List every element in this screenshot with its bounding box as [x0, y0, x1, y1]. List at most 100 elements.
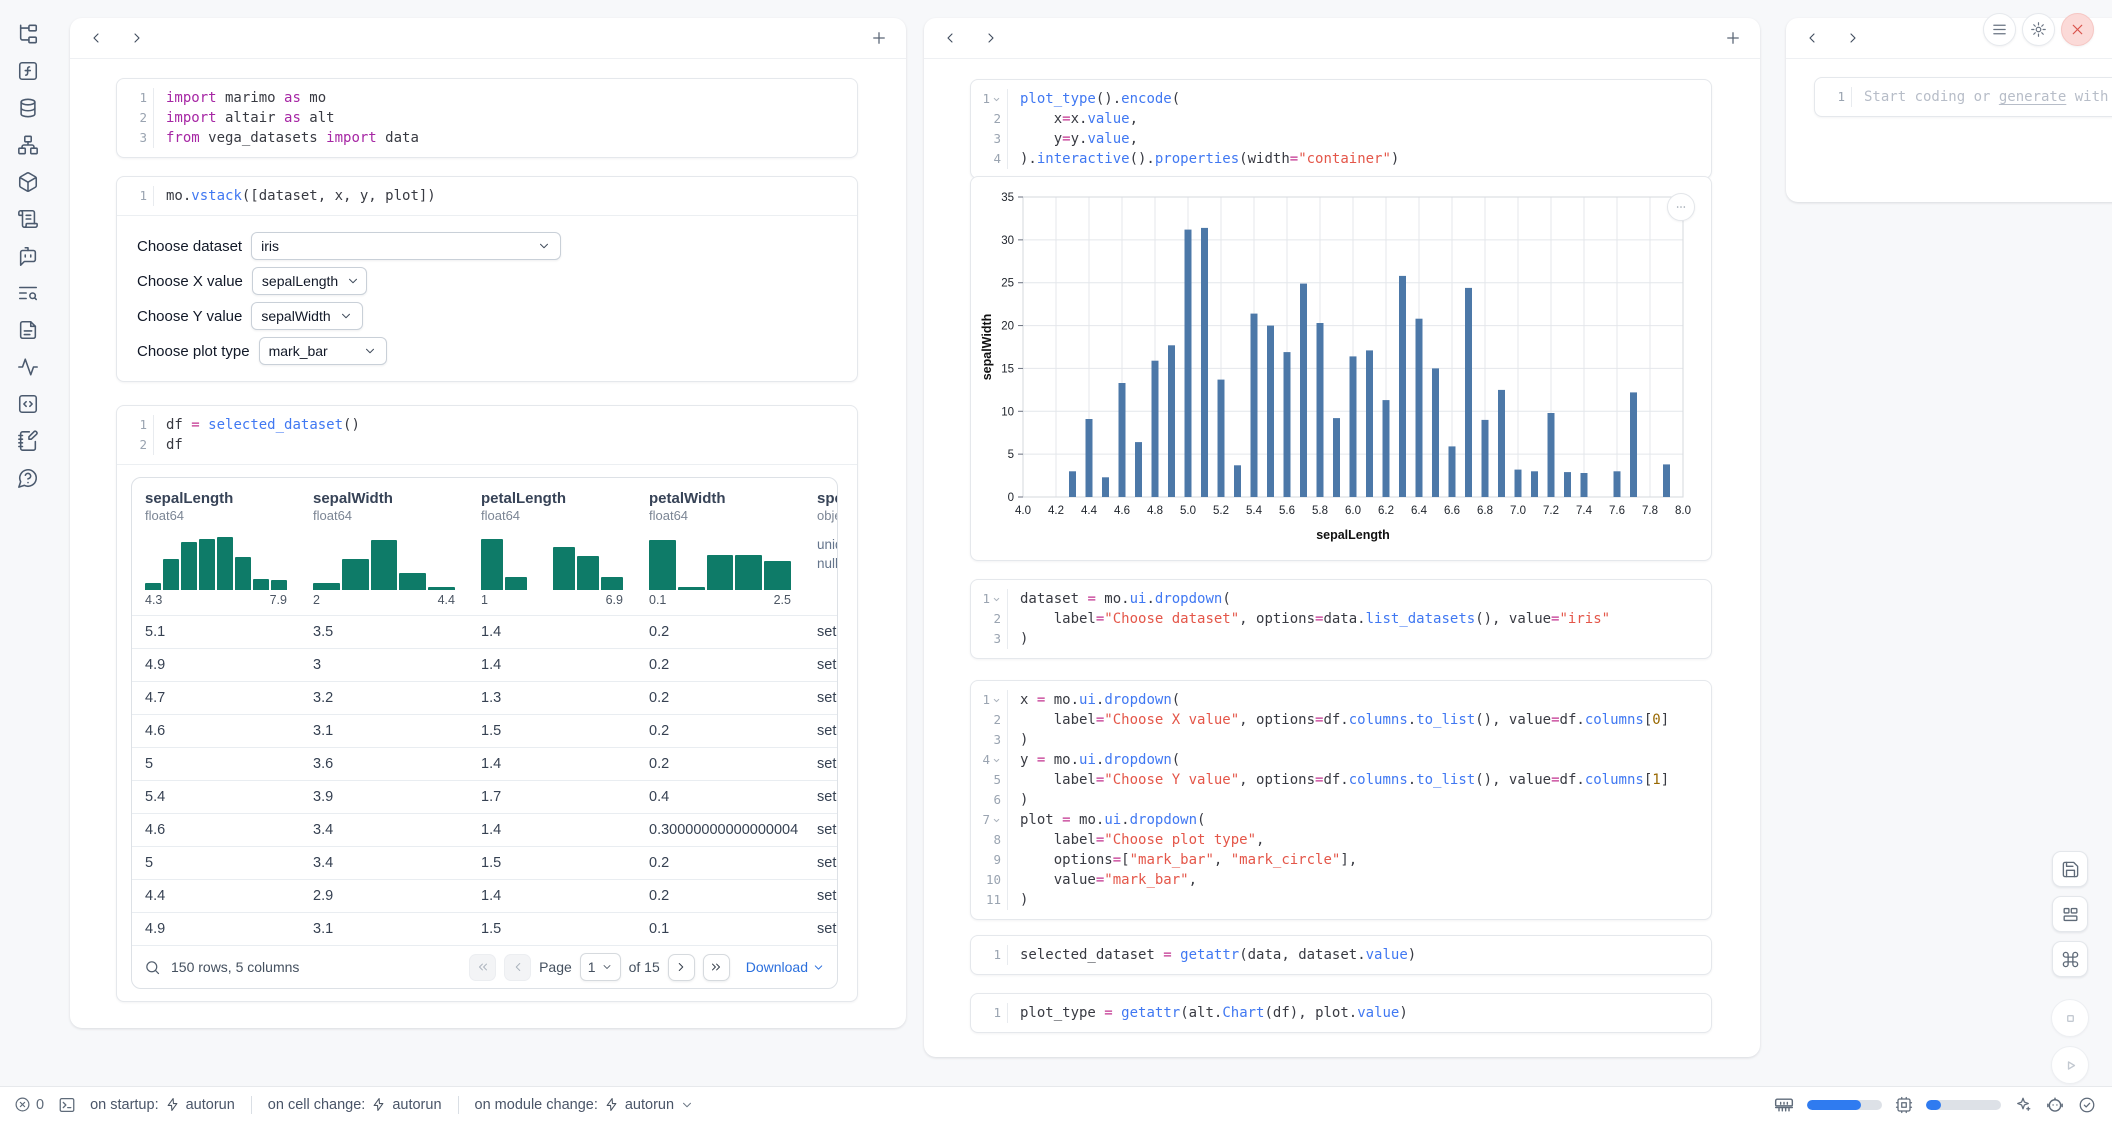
stop-button[interactable]	[2051, 999, 2089, 1037]
code-line[interactable]: 2 label="Choose X value", options=df.col…	[971, 710, 1711, 730]
fold-caret-icon[interactable]	[992, 816, 1001, 825]
table-search-icon[interactable]	[144, 959, 161, 976]
add-column-button[interactable]	[870, 29, 888, 47]
sidebar-documentation-button[interactable]	[16, 317, 41, 342]
table-row[interactable]: 4.63.41.40.30000000000000004setosa	[132, 813, 837, 846]
code-line[interactable]: 1dataset = mo.ui.dropdown(	[971, 589, 1711, 609]
generate-link[interactable]: generate	[1999, 89, 2066, 105]
code-editor[interactable]: 1selected_dataset = getattr(data, datase…	[971, 936, 1711, 974]
run-button[interactable]	[2051, 1046, 2089, 1084]
code-line[interactable]: 2df	[117, 435, 857, 455]
code-editor[interactable]: 1plot_type().encode(2 x=x.value,3 y=y.va…	[971, 80, 1711, 178]
code-editor[interactable]: 1mo.vstack([dataset, x, y, plot])	[117, 177, 857, 215]
sidebar-snippets-button[interactable]	[16, 391, 41, 416]
column-right-button[interactable]	[129, 30, 145, 46]
code-editor[interactable]: 1import marimo as mo2import altair as al…	[117, 79, 857, 157]
prev-page-button[interactable]	[504, 954, 531, 981]
table-row[interactable]: 5.43.91.70.4setosa	[132, 780, 837, 813]
column-left-button[interactable]	[88, 30, 104, 46]
column-left-button[interactable]	[1804, 30, 1820, 46]
table-column-header[interactable]: sepalLengthfloat644.37.9	[143, 490, 311, 607]
code-editor[interactable]: 1Start coding or generate with AI	[1815, 78, 2112, 116]
code-line[interactable]: 2 label="Choose dataset", options=data.l…	[971, 609, 1711, 629]
table-row[interactable]: 4.63.11.50.2setosa	[132, 714, 837, 747]
errors-indicator[interactable]: 0	[14, 1096, 44, 1113]
code-line[interactable]: 1import marimo as mo	[117, 88, 857, 108]
last-page-button[interactable]	[703, 954, 730, 981]
sidebar-datasources-button[interactable]	[16, 95, 41, 120]
sidebar-variable-explorer-button[interactable]	[16, 280, 41, 305]
close-button[interactable]	[2061, 13, 2094, 46]
table-column-header[interactable]: speciesobjectunique:nulls:	[815, 490, 837, 607]
code-line[interactable]: 3)	[971, 730, 1711, 750]
sidebar-tracing-button[interactable]	[16, 354, 41, 379]
sidebar-dependency-graph-button[interactable]	[16, 132, 41, 157]
layout-select-button[interactable]	[2052, 896, 2088, 932]
first-page-button[interactable]	[469, 954, 496, 981]
column-left-button[interactable]	[942, 30, 958, 46]
menu-button[interactable]	[1983, 13, 2016, 46]
code-line[interactable]: 1plot_type = getattr(alt.Chart(df), plot…	[971, 1003, 1711, 1023]
altair-bar-chart[interactable]: 051015202530354.04.24.44.64.85.05.25.45.…	[977, 183, 1701, 553]
code-line[interactable]: 4y = mo.ui.dropdown(	[971, 750, 1711, 770]
fold-caret-icon[interactable]	[992, 95, 1001, 104]
sidebar-file-explorer-button[interactable]	[16, 21, 41, 46]
ai-sparkles-button[interactable]	[2014, 1096, 2032, 1114]
fold-caret-icon[interactable]	[992, 696, 1001, 705]
table-column-header[interactable]: sepalWidthfloat6424.4	[311, 490, 479, 607]
sidebar-help-button[interactable]	[16, 465, 41, 490]
add-column-button[interactable]	[1724, 29, 1742, 47]
code-line[interactable]: 2 x=x.value,	[971, 109, 1711, 129]
code-line[interactable]: 3from vega_datasets import data	[117, 128, 857, 148]
sidebar-logs-button[interactable]	[16, 206, 41, 231]
column-right-button[interactable]	[983, 30, 999, 46]
table-column-header[interactable]: petalWidthfloat640.12.5	[647, 490, 815, 607]
code-line[interactable]: 3)	[971, 629, 1711, 649]
fold-caret-icon[interactable]	[992, 756, 1001, 765]
table-row[interactable]: 4.73.21.30.2setosa	[132, 681, 837, 714]
code-line[interactable]: 4).interactive().properties(width="conta…	[971, 149, 1711, 169]
code-line[interactable]: 1selected_dataset = getattr(data, datase…	[971, 945, 1711, 965]
code-line[interactable]: 1plot_type().encode(	[971, 89, 1711, 109]
table-row[interactable]: 5.13.51.40.2setosa	[132, 615, 837, 648]
code-line[interactable]: 5 label="Choose Y value", options=df.col…	[971, 770, 1711, 790]
keyboard-shortcuts-button[interactable]	[2052, 941, 2088, 977]
connection-status-button[interactable]	[2078, 1096, 2096, 1114]
dropdown-select[interactable]: sepalLength	[252, 267, 367, 295]
code-line[interactable]: 1df = selected_dataset()	[117, 415, 857, 435]
terminal-button[interactable]	[58, 1096, 76, 1114]
code-editor[interactable]: 1dataset = mo.ui.dropdown(2 label="Choos…	[971, 580, 1711, 658]
code-editor[interactable]: 1plot_type = getattr(alt.Chart(df), plot…	[971, 994, 1711, 1032]
sidebar-scratchpad-button[interactable]	[16, 428, 41, 453]
code-editor[interactable]: 1df = selected_dataset()2df	[117, 406, 857, 464]
bot-button[interactable]	[2045, 1095, 2065, 1115]
sidebar-packages-button[interactable]	[16, 169, 41, 194]
table-row[interactable]: 4.931.40.2setosa	[132, 648, 837, 681]
code-line[interactable]: 11)	[971, 890, 1711, 910]
dropdown-select[interactable]: mark_bar	[259, 337, 387, 365]
column-right-button[interactable]	[1845, 30, 1861, 46]
table-column-header[interactable]: petalLengthfloat6416.9	[479, 490, 647, 607]
code-line[interactable]: 9 options=["mark_bar", "mark_circle"],	[971, 850, 1711, 870]
autorun-setting-0[interactable]: on startup:autorun	[90, 1097, 235, 1113]
table-row[interactable]: 4.93.11.50.1setosa	[132, 912, 837, 945]
page-select[interactable]: 1	[580, 953, 621, 981]
save-notebook-button[interactable]	[2052, 851, 2088, 887]
code-line[interactable]: 6)	[971, 790, 1711, 810]
fold-caret-icon[interactable]	[992, 595, 1001, 604]
autorun-setting-2[interactable]: on module change:autorun	[475, 1097, 695, 1113]
table-row[interactable]: 53.41.50.2setosa	[132, 846, 837, 879]
sidebar-functions-button[interactable]	[16, 58, 41, 83]
table-row[interactable]: 4.42.91.40.2setosa	[132, 879, 837, 912]
code-line[interactable]: 1x = mo.ui.dropdown(	[971, 690, 1711, 710]
next-page-button[interactable]	[668, 954, 695, 981]
code-line[interactable]: 7plot = mo.ui.dropdown(	[971, 810, 1711, 830]
autorun-setting-1[interactable]: on cell change:autorun	[268, 1097, 442, 1113]
code-line[interactable]: 8 label="Choose plot type",	[971, 830, 1711, 850]
download-button[interactable]: Download	[746, 959, 825, 975]
code-line[interactable]: 10 value="mark_bar",	[971, 870, 1711, 890]
table-row[interactable]: 53.61.40.2setosa	[132, 747, 837, 780]
chart-more-options-button[interactable]	[1667, 193, 1695, 221]
sidebar-ai-chat-button[interactable]	[16, 243, 41, 268]
dropdown-select[interactable]: iris	[251, 232, 561, 260]
